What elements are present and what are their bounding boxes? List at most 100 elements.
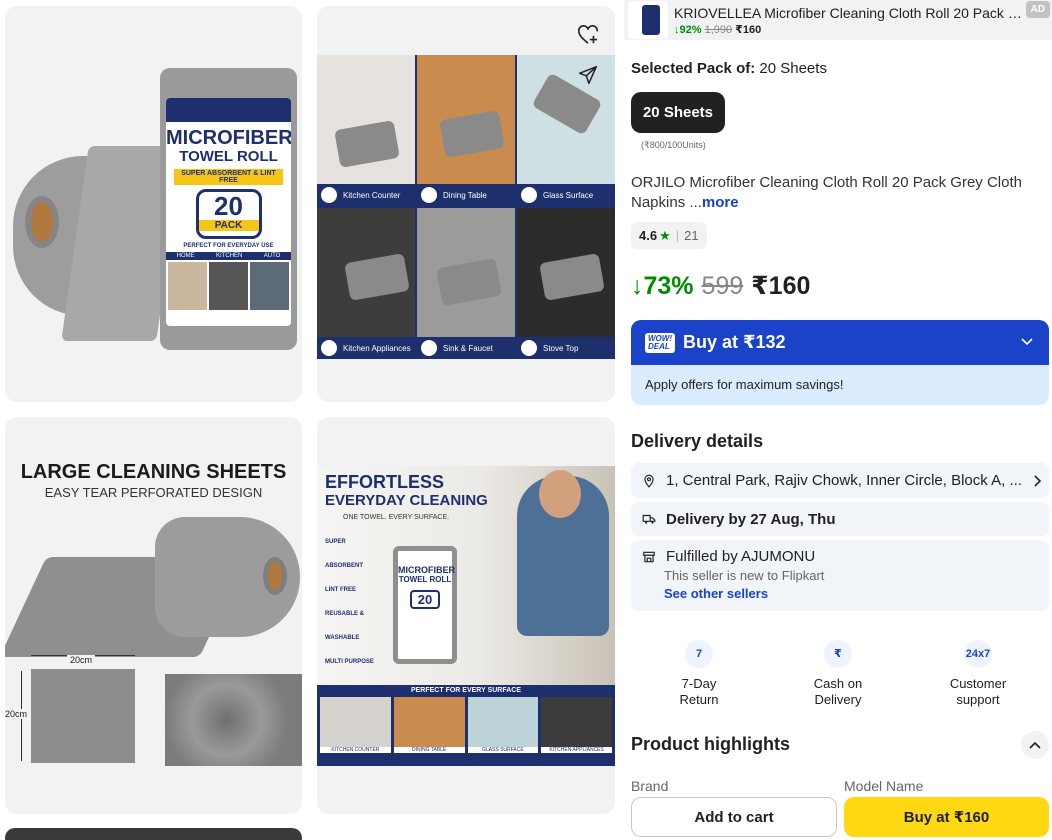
selected-pack-label: Selected Pack of: [631, 60, 756, 77]
sponsored-discount: ↓92% [674, 23, 702, 36]
rating-count: 21 [684, 228, 699, 243]
wow-deal-badge: WOW! DEAL [645, 332, 675, 353]
sponsored-price: ₹160 [735, 23, 762, 36]
buy-now-button[interactable]: Buy at ₹160 [844, 797, 1049, 837]
chevron-right-icon [1034, 474, 1042, 487]
unit-price: (₹800/100Units) [641, 140, 706, 150]
width-dimension: 20cm [67, 655, 96, 665]
caption-glass-surface: Glass Surface [517, 184, 615, 206]
product-can: MICROFIBER TOWEL ROLL SUPER ABSORBENT & … [160, 68, 297, 350]
caption-sink-faucet: Sink & Faucet [417, 337, 515, 359]
selected-pack-value: 20 Sheets [759, 60, 827, 77]
support-24x7-icon: 24x7 [964, 640, 992, 668]
more-link[interactable]: more [702, 194, 739, 211]
person-head-graphic [539, 470, 581, 518]
selected-pack: Selected Pack of: 20 Sheets [631, 60, 827, 77]
roll-core-graphic [25, 196, 59, 248]
seller-note: This seller is new to Flipkart [664, 568, 825, 583]
feature-absorbent: SUPER ABSORBENT [325, 539, 364, 569]
chevron-down-icon [1021, 338, 1033, 346]
can-subtitle: TOWEL ROLL [179, 148, 278, 165]
wishlist-button[interactable] [575, 22, 601, 48]
texture-closeup [165, 674, 302, 766]
product-image-1[interactable]: MICROFIBER TOWEL ROLL SUPER ABSORBENT & … [5, 6, 302, 402]
use-kitchen: KITCHEN [216, 253, 243, 259]
feature-return: 7 7-Day Return [644, 640, 754, 708]
selling-price: ₹160 [751, 272, 811, 300]
mini-can: MICROFIBER TOWEL ROLL 20 [393, 546, 457, 664]
strip-caption-2: DINING TABLE [393, 747, 465, 753]
product-title-text: ORJILO Microfiber Cleaning Cloth Roll 20… [631, 174, 1022, 211]
feature-lint-free: LINT FREE [325, 587, 356, 593]
feature-support: 24x7 Customer support [923, 640, 1033, 708]
feature-support-line2: support [956, 692, 1000, 707]
roll-core-graphic [263, 557, 287, 595]
product-image-5[interactable] [5, 828, 302, 840]
feature-return-line2: Return [679, 692, 719, 707]
sponsored-product-bar[interactable]: KRIOVELLEA Microfiber Cleaning Cloth Rol… [624, 0, 1052, 40]
delivery-address-row[interactable]: 1, Central Park, Rajiv Chowk, Inner Circ… [631, 463, 1049, 498]
surface-mosaic: Kitchen Counter Dining Table Glass Surfa… [317, 55, 615, 359]
delivery-date: Delivery by 27 Aug, Thu [666, 510, 836, 528]
feature-cod-line1: Cash on [813, 676, 863, 691]
can-title: MICROFIBER [166, 127, 291, 149]
caption-kitchen-counter: Kitchen Counter [317, 184, 415, 206]
sponsored-title: KRIOVELLEA Microfiber Cleaning Cloth Rol… [674, 4, 1024, 21]
feature-return-line1: 7-Day [681, 676, 717, 691]
sponsored-thumbnail [628, 1, 668, 39]
store-icon [643, 551, 655, 562]
can-footer: PERFECT FOR EVERYDAY USE [183, 243, 274, 249]
seller-row: Fulfilled by AJUMONU This seller is new … [631, 540, 1049, 611]
add-to-cart-button[interactable]: Add to cart [631, 797, 837, 837]
share-button[interactable] [575, 62, 601, 88]
can-strip: SUPER ABSORBENT & LINT FREE [174, 169, 283, 185]
wow-deal-card[interactable]: WOW! DEAL Buy at ₹132 Apply offers for ma… [631, 320, 1049, 405]
strip-title: PERFECT FOR EVERY SURFACE [410, 687, 522, 694]
product-image-2[interactable]: Kitchen Counter Dining Table Glass Surfa… [317, 6, 615, 402]
feature-cod-line2: Delivery [814, 692, 862, 707]
use-auto: AUTO [263, 253, 281, 259]
strip-caption-4: KITCHEN APPLIANCES [541, 747, 612, 753]
collapse-highlights-button[interactable] [1021, 731, 1049, 759]
image4-title-2: EVERYDAY CLEANING [325, 492, 488, 509]
strip-caption-1: KITCHEN COUNTER [320, 747, 391, 753]
highlights-heading: Product highlights [631, 734, 790, 754]
use-home: HOME [176, 253, 195, 259]
share-icon [578, 65, 598, 85]
product-image-4[interactable]: EFFORTLESS EVERYDAY CLEANING ONE TOWEL. … [317, 417, 615, 814]
star-icon: ★ [659, 227, 671, 243]
rating-value: 4.6 [639, 228, 658, 243]
surface-strip: PERFECT FOR EVERY SURFACE KITCHEN COUNTE… [317, 685, 615, 766]
location-pin-icon [644, 474, 654, 488]
cash-icon: ₹ [824, 640, 852, 668]
delivery-address: 1, Central Park, Rajiv Chowk, Inner Circ… [666, 472, 1022, 489]
return-icon: 7 [685, 640, 713, 668]
product-title: ORJILO Microfiber Cleaning Cloth Roll 20… [631, 173, 1041, 213]
sponsored-mrp: 1,990 [704, 23, 733, 36]
highlight-brand-label: Brand [631, 778, 669, 794]
feature-support-line1: Customer [949, 676, 1007, 691]
price-block: ↓73% 599 ₹160 [631, 271, 810, 301]
height-dimension: 20cm [5, 709, 28, 719]
rating-badge[interactable]: 4.6 ★ | 21 [631, 222, 707, 249]
image3-title: LARGE CLEANING SHEETS [20, 461, 287, 483]
highlight-model-label: Model Name [844, 778, 924, 794]
chevron-up-icon [1029, 741, 1041, 749]
pack-badge: 20 PACK [195, 189, 262, 239]
image4-tagline: ONE TOWEL. EVERY SURFACE. [343, 514, 450, 521]
truck-icon [642, 514, 656, 524]
image4-title-1: EFFORTLESS [325, 472, 445, 492]
image3-subtitle: EASY TEAR PERFORATED DESIGN [44, 485, 263, 500]
delivery-date-row: Delivery by 27 Aug, Thu [631, 502, 1049, 536]
see-other-sellers-link[interactable]: See other sellers [664, 586, 768, 601]
product-image-3[interactable]: LARGE CLEANING SHEETS EASY TEAR PERFORAT… [5, 417, 302, 814]
heart-plus-icon [578, 25, 598, 44]
pack-option-20-sheets[interactable]: 20 Sheets [631, 92, 725, 133]
sheet-swatch [31, 669, 135, 763]
feature-reusable: REUSABLE & WASHABLE [325, 611, 365, 641]
mrp: 599 [701, 271, 744, 300]
wow-deal-subtitle: Apply offers for maximum savings! [645, 377, 844, 392]
strip-caption-3: GLASS SURFACE [467, 747, 539, 753]
feature-cod: ₹ Cash on Delivery [783, 640, 893, 708]
caption-stove-top: Stove Top [517, 337, 615, 359]
